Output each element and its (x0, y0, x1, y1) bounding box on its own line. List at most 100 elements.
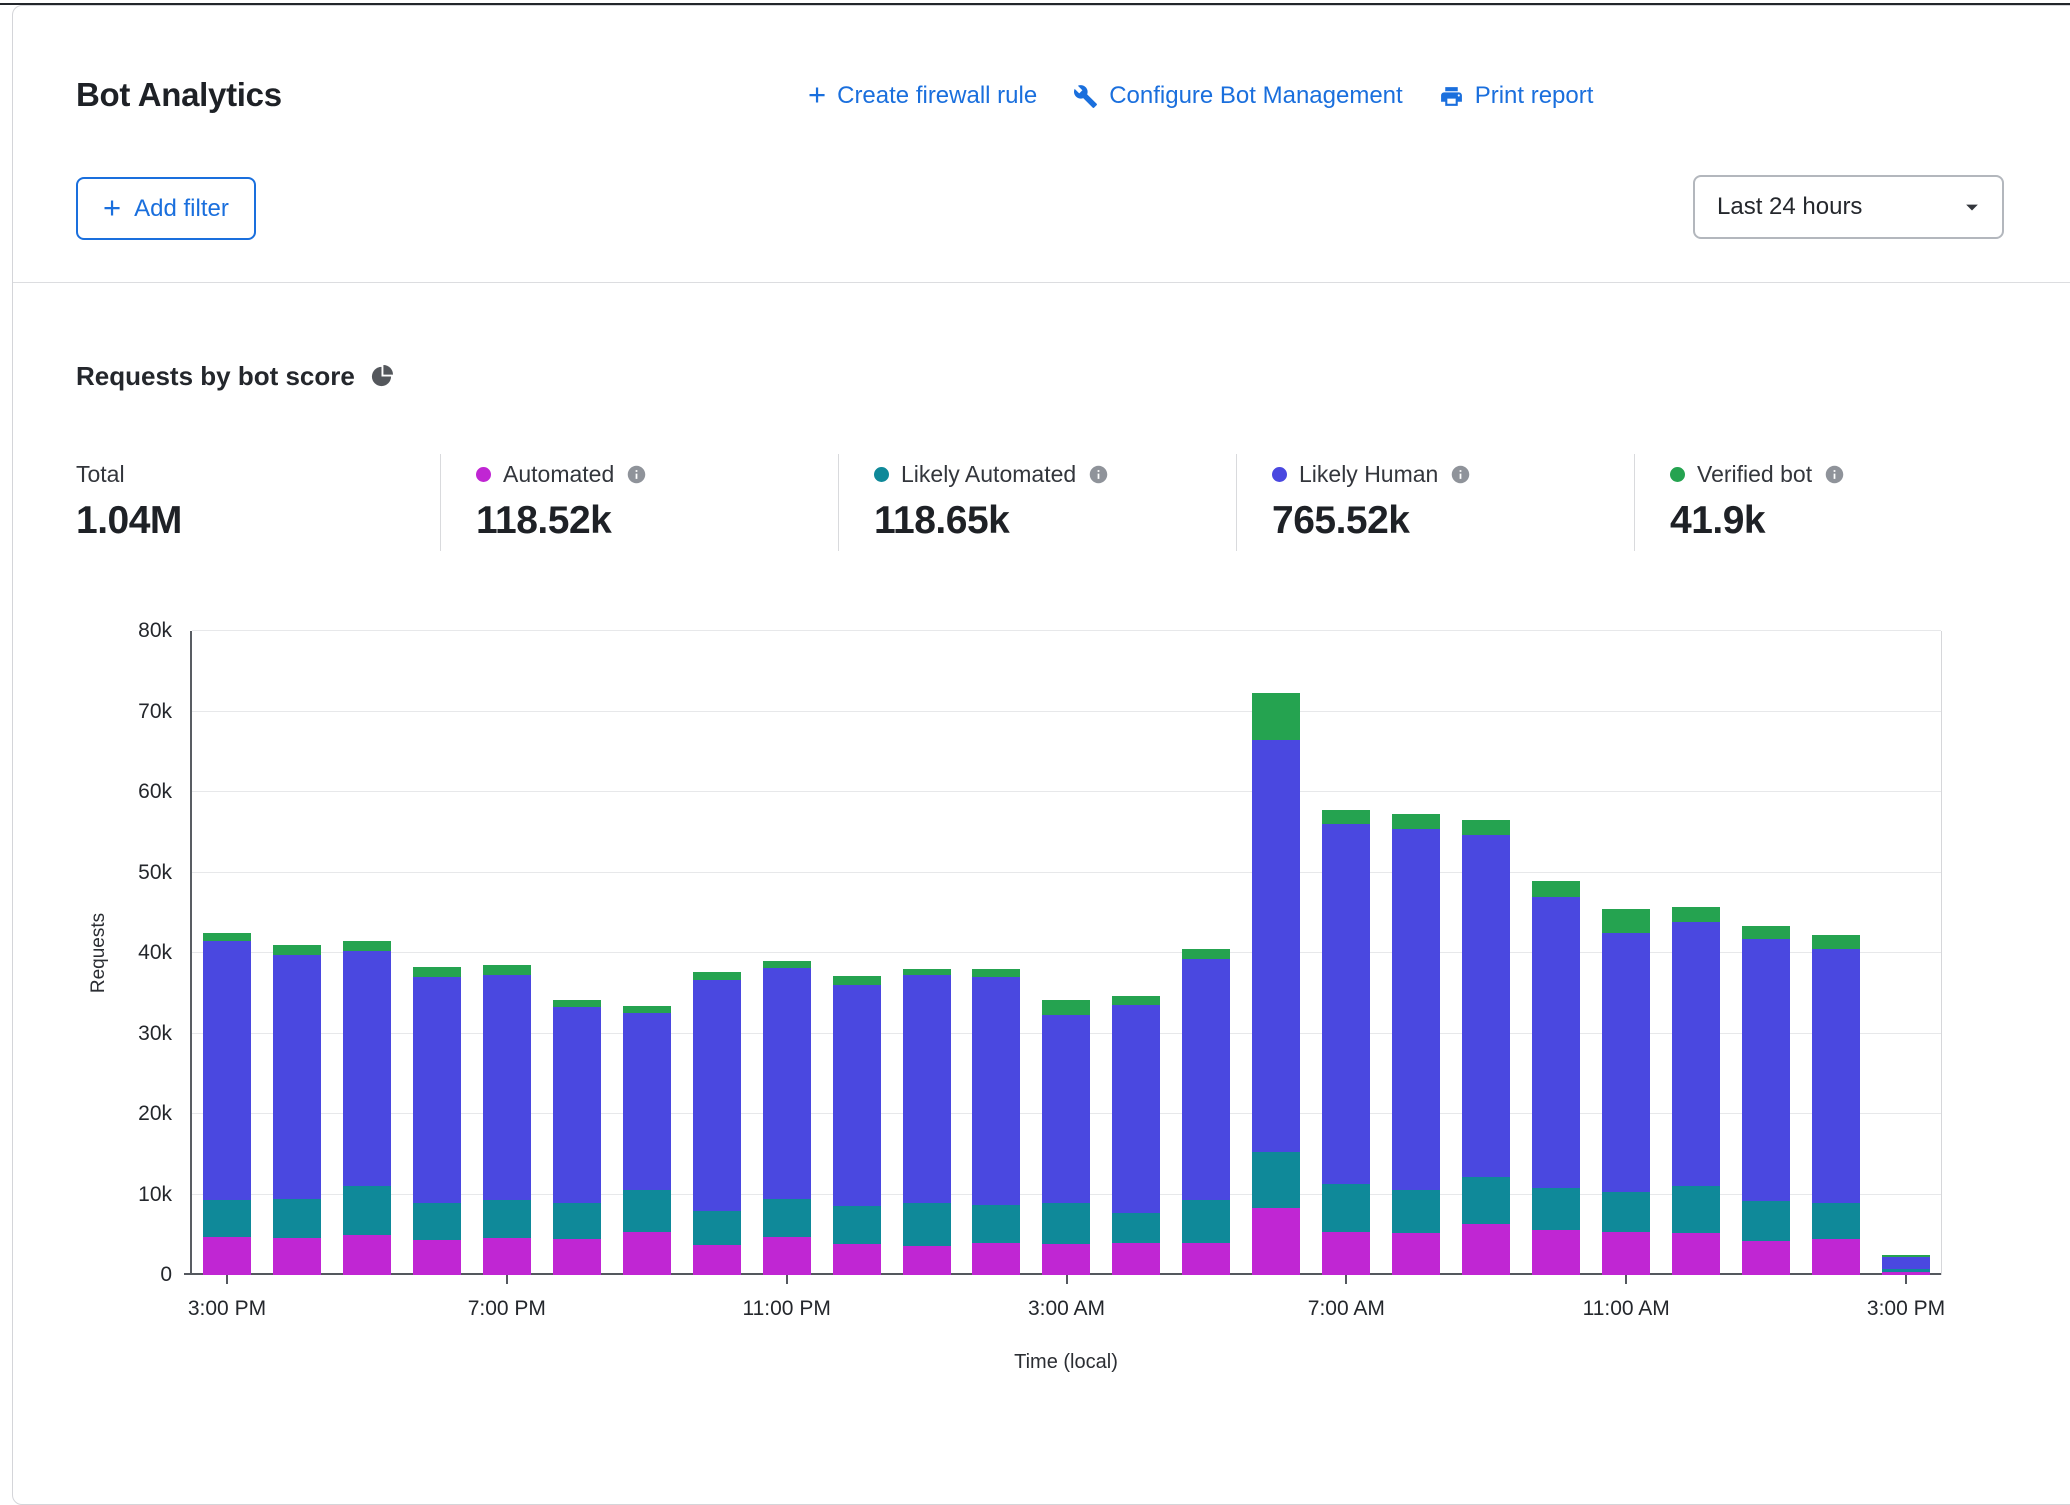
stacked-bar[interactable] (903, 969, 951, 1275)
stacked-bar[interactable] (1392, 814, 1440, 1275)
bar-segment-likely-automated (1252, 1152, 1300, 1208)
bar-segment-likely-human (273, 955, 321, 1198)
y-tick-label: 40k (90, 941, 172, 965)
automated-legend-dot (476, 467, 491, 482)
bar-segment-automated (972, 1243, 1020, 1275)
configure-bot-management-link[interactable]: Configure Bot Management (1073, 82, 1403, 110)
x-tick-label: 3:00 AM (1028, 1297, 1105, 1321)
bar-slot (1311, 810, 1381, 1275)
verified-bot-legend-dot (1670, 467, 1685, 482)
x-tick-label: 3:00 PM (188, 1297, 266, 1321)
bar-segment-likely-human (623, 1013, 671, 1190)
x-tick-label: 3:00 PM (1867, 1297, 1945, 1321)
add-filter-label: Add filter (134, 195, 229, 223)
bar-segment-automated (1672, 1233, 1720, 1275)
stat-label: Automated (503, 461, 614, 488)
stat-value: 41.9k (1670, 499, 2054, 543)
bar-slot (192, 933, 262, 1275)
stacked-bar[interactable] (1602, 909, 1650, 1275)
bar-segment-verified-bot (1462, 820, 1510, 834)
stacked-bar[interactable] (1252, 693, 1300, 1275)
stacked-bar[interactable] (1672, 907, 1720, 1275)
bar-segment-automated (1532, 1230, 1580, 1275)
bar-segment-likely-human (763, 968, 811, 1200)
bar-segment-likely-automated (413, 1203, 461, 1240)
stacked-bar[interactable] (483, 965, 531, 1275)
stacked-bar[interactable] (1182, 949, 1230, 1275)
bar-segment-verified-bot (693, 972, 741, 979)
bar-segment-automated (1042, 1244, 1090, 1275)
bar-segment-automated (413, 1240, 461, 1275)
x-tick-label: 11:00 AM (1583, 1297, 1670, 1321)
stacked-bar[interactable] (1042, 1000, 1090, 1275)
bar-segment-likely-human (1742, 939, 1790, 1201)
bar-segment-automated (1812, 1239, 1860, 1275)
bar-segment-automated (1462, 1224, 1510, 1275)
stacked-bar[interactable] (833, 976, 881, 1275)
stacked-bar[interactable] (343, 941, 391, 1275)
stacked-bar[interactable] (972, 969, 1020, 1275)
time-range-select[interactable]: Last 24 hours (1693, 175, 2004, 239)
stacked-bar[interactable] (1112, 996, 1160, 1275)
info-icon[interactable] (626, 464, 647, 485)
stacked-bar[interactable] (1462, 820, 1510, 1275)
stacked-bar[interactable] (553, 1000, 601, 1275)
stat-value: 765.52k (1272, 499, 1634, 543)
bar-segment-verified-bot (483, 965, 531, 975)
stacked-bar[interactable] (203, 933, 251, 1275)
bar-segment-likely-automated (343, 1186, 391, 1234)
bar-segment-verified-bot (1812, 935, 1860, 949)
stacked-bar[interactable] (763, 961, 811, 1275)
x-tick-label: 11:00 PM (742, 1297, 830, 1321)
stacked-bar[interactable] (1812, 935, 1860, 1275)
add-filter-button[interactable]: + Add filter (76, 177, 256, 240)
stacked-bar[interactable] (623, 1006, 671, 1275)
stacked-bar[interactable] (693, 972, 741, 1275)
info-icon[interactable] (1450, 464, 1471, 485)
bar-segment-verified-bot (1252, 693, 1300, 740)
info-icon[interactable] (1824, 464, 1845, 485)
bar-segment-automated (343, 1235, 391, 1275)
bar-slot (1451, 820, 1521, 1275)
bar-slot (1241, 693, 1311, 1275)
bar-segment-verified-bot (413, 967, 461, 977)
bar-segment-likely-automated (1672, 1186, 1720, 1233)
stacked-bar[interactable] (273, 945, 321, 1275)
bar-slot (1031, 1000, 1101, 1275)
action-label: Print report (1475, 82, 1594, 110)
bar-slot (1381, 814, 1451, 1275)
bar-segment-likely-automated (1742, 1201, 1790, 1241)
stacked-bar[interactable] (413, 967, 461, 1275)
bar-slot (332, 941, 402, 1275)
bar-slot (682, 972, 752, 1275)
bar-segment-automated (1742, 1241, 1790, 1275)
bar-slot (1171, 949, 1241, 1275)
bar-slot (1871, 1255, 1941, 1275)
likely-automated-legend-dot (874, 467, 889, 482)
bar-segment-likely-human (1602, 933, 1650, 1192)
y-tick-label: 0 (90, 1263, 172, 1287)
print-report-link[interactable]: Print report (1439, 82, 1594, 110)
stacked-bar[interactable] (1532, 881, 1580, 1275)
bar-segment-automated (1322, 1232, 1370, 1275)
bar-slot (1661, 907, 1731, 1275)
bar-segment-likely-human (693, 980, 741, 1211)
bar-segment-likely-human (1462, 835, 1510, 1177)
bar-segment-likely-human (413, 977, 461, 1202)
x-tick-mark (1625, 1275, 1627, 1284)
plot-area: 010k20k30k40k50k60k70k80k3:00 PM7:00 PM1… (190, 631, 1942, 1275)
header-actions: + Create firewall rule Configure Bot Man… (808, 82, 1593, 110)
bar-slot (1521, 881, 1591, 1275)
plus-icon: + (808, 79, 826, 110)
stacked-bar[interactable] (1742, 926, 1790, 1275)
x-tick-mark (226, 1275, 228, 1284)
info-icon[interactable] (1088, 464, 1109, 485)
bar-slot (1731, 926, 1801, 1275)
create-firewall-rule-link[interactable]: + Create firewall rule (808, 82, 1037, 110)
stacked-bar[interactable] (1322, 810, 1370, 1275)
stacked-bar[interactable] (1882, 1255, 1930, 1275)
bar-segment-likely-human (1322, 824, 1370, 1184)
bar-segment-automated (1182, 1243, 1230, 1275)
bar-segment-verified-bot (1602, 909, 1650, 933)
y-tick-label: 30k (90, 1022, 172, 1046)
